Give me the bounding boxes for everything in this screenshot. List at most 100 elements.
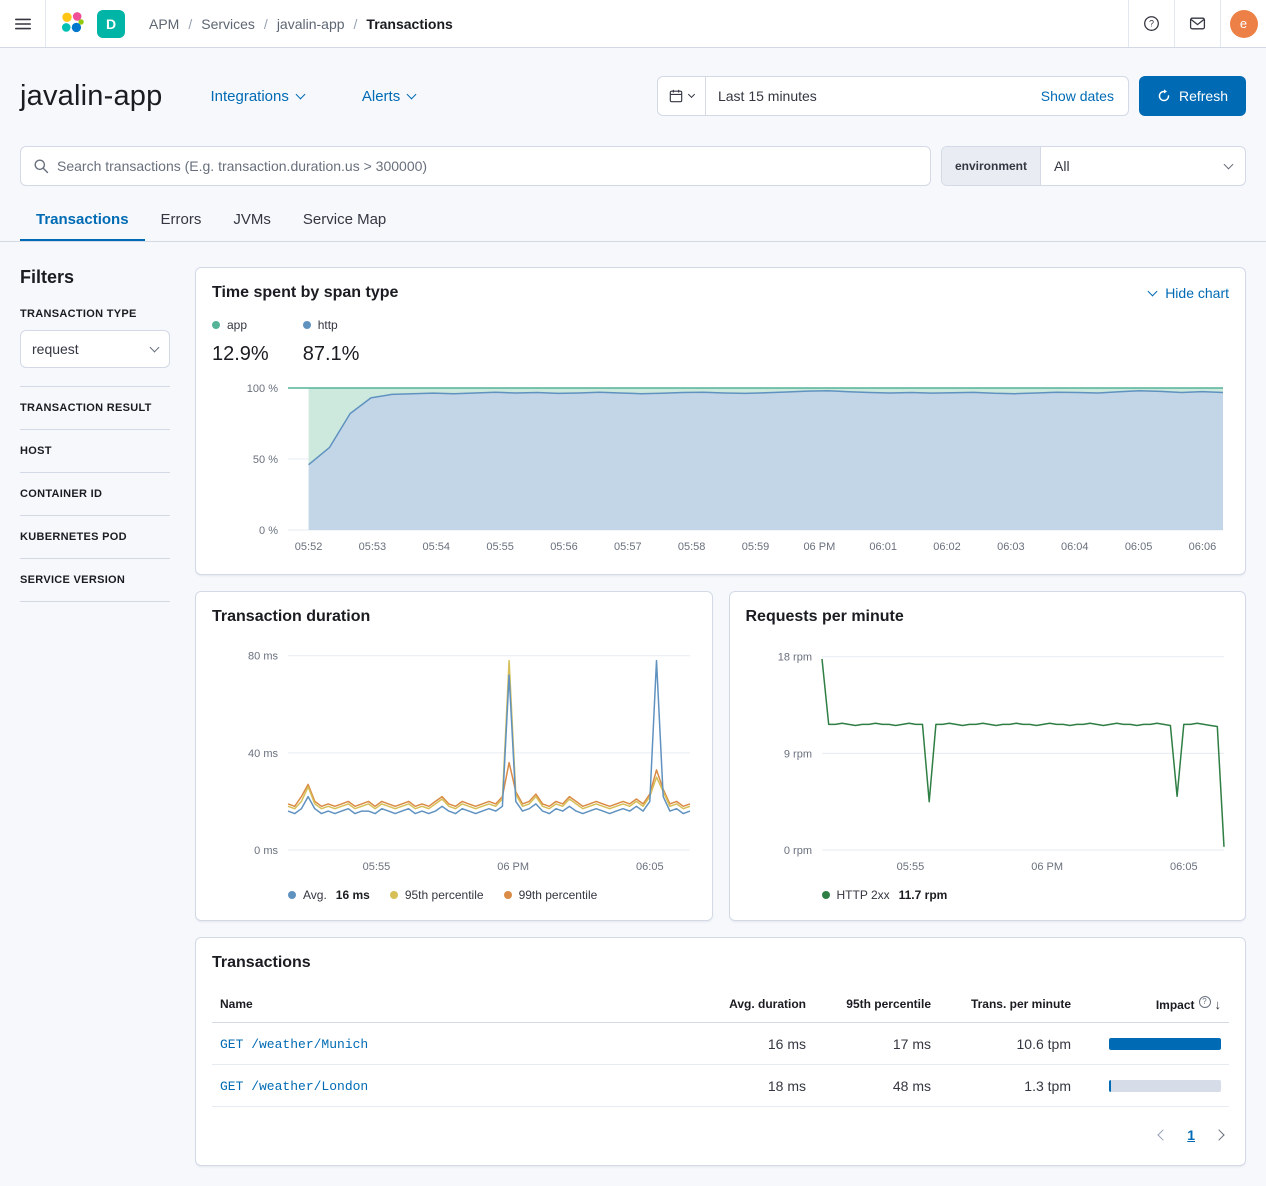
chevron-down-icon [1224,159,1234,169]
column-header-avg-duration[interactable]: Avg. duration [689,986,814,1023]
next-page-button[interactable] [1213,1129,1224,1140]
cell-95th: 48 ms [814,1065,939,1107]
alerts-menu[interactable]: Alerts [362,88,415,105]
column-header-tpm[interactable]: Trans. per minute [939,986,1079,1023]
filter-section-container-id[interactable]: CONTAINER ID [20,473,170,515]
calendar-icon [669,89,683,103]
impact-bar [1109,1080,1221,1092]
refresh-button[interactable]: Refresh [1139,76,1246,116]
impact-bar [1109,1038,1221,1050]
transaction-duration-panel: Transaction duration 0 ms40 ms80 ms05:55… [195,591,713,921]
p95-legend-dot [390,891,398,899]
filter-section-transaction-result[interactable]: TRANSACTION RESULT [20,387,170,429]
legend-item-http2xx[interactable]: HTTP 2xx 11.7 rpm [822,888,948,902]
transaction-link-london[interactable]: GET /weather/London [220,1079,368,1094]
transactions-table: Name Avg. duration 95th percentile Trans… [212,986,1229,1107]
transaction-duration-chart[interactable]: 0 ms40 ms80 ms05:5506 PM06:05 [212,638,696,878]
svg-text:06:05: 06:05 [636,861,664,873]
show-dates-button[interactable]: Show dates [1041,88,1128,104]
page-header: javalin-app Integrations Alerts Last 15 … [0,48,1266,116]
svg-text:06:06: 06:06 [1189,541,1217,553]
filter-section-host[interactable]: HOST [20,430,170,472]
svg-text:05:52: 05:52 [295,541,323,553]
svg-text:05:57: 05:57 [614,541,642,553]
tab-jvms[interactable]: JVMs [217,200,287,241]
column-header-impact[interactable]: Impact?↓ [1079,986,1229,1023]
cell-avg-duration: 18 ms [689,1065,814,1107]
environment-filter: environment All [941,146,1246,186]
svg-text:06 PM: 06 PM [1031,861,1063,873]
page-number[interactable]: 1 [1187,1127,1195,1143]
sort-descending-icon: ↓ [1215,997,1222,1012]
tab-service-map[interactable]: Service Map [287,200,402,241]
svg-text:05:54: 05:54 [422,541,450,553]
requests-per-minute-chart[interactable]: 0 rpm9 rpm18 rpm05:5506 PM06:05 [746,638,1230,878]
p99-legend-label: 99th percentile [519,888,598,902]
http-legend-label: http [318,318,338,332]
svg-text:05:58: 05:58 [678,541,706,553]
rpm-legend: HTTP 2xx 11.7 rpm [822,888,1230,902]
transactions-panel: Transactions Name Avg. duration 95th per… [195,937,1246,1166]
span-type-chart[interactable]: 0 %50 %100 %05:5205:5305:5405:5505:5605:… [212,380,1229,558]
environment-select[interactable]: All [1041,147,1245,185]
legend-item-p99[interactable]: 99th percentile [504,888,598,902]
http2xx-legend-dot [822,891,830,899]
column-header-95th[interactable]: 95th percentile [814,986,939,1023]
quick-select-button[interactable] [658,77,706,115]
svg-text:18 rpm: 18 rpm [777,652,811,664]
time-range-value[interactable]: Last 15 minutes [706,88,1041,104]
transaction-type-select[interactable]: request [20,330,170,368]
legend-item-http[interactable]: http [303,318,338,332]
column-header-name[interactable]: Name [212,986,689,1023]
table-row: GET /weather/London 18 ms 48 ms 1.3 tpm [212,1065,1229,1107]
deployment-badge[interactable]: D [97,10,125,38]
integrations-label: Integrations [210,88,288,105]
filter-section-kubernetes-pod[interactable]: KUBERNETES POD [20,516,170,558]
menu-icon [15,16,31,32]
question-in-circle-icon[interactable]: ? [1199,996,1211,1008]
legend-item-avg[interactable]: Avg. 16 ms [288,888,370,902]
svg-text:100 %: 100 % [247,383,278,395]
app-legend-dot [212,321,220,329]
breadcrumb-apm[interactable]: APM [149,16,201,32]
search-box [20,146,931,186]
svg-text:06:04: 06:04 [1061,541,1089,553]
svg-text:05:55: 05:55 [363,861,391,873]
tab-transactions[interactable]: Transactions [20,200,145,241]
breadcrumb-service[interactable]: javalin-app [277,16,367,32]
cell-tpm: 10.6 tpm [939,1023,1079,1065]
pagination: 1 [212,1123,1229,1149]
newsfeed-button[interactable] [1174,0,1220,47]
hide-chart-button[interactable]: Hide chart [1149,285,1229,301]
transaction-link-munich[interactable]: GET /weather/Munich [220,1037,368,1052]
legend-item-app[interactable]: app [212,318,247,332]
environment-label: environment [942,147,1041,185]
refresh-label: Refresh [1179,88,1228,104]
tab-errors[interactable]: Errors [145,200,218,241]
previous-page-button[interactable] [1158,1129,1169,1140]
tab-bar: Transactions Errors JVMs Service Map [0,200,1266,242]
integrations-menu[interactable]: Integrations [210,88,303,105]
menu-button[interactable] [0,0,46,47]
filters-sidebar: Filters TRANSACTION TYPE request TRANSAC… [20,267,170,602]
span-type-legend: app 12.9% http 87.1% [212,316,1229,366]
filter-section-service-version[interactable]: SERVICE VERSION [20,559,170,601]
http2xx-legend-label: HTTP 2xx [837,888,890,902]
elastic-logo-icon[interactable] [60,11,85,36]
svg-text:05:59: 05:59 [742,541,770,553]
top-bar: D APM Services javalin-app Transactions … [0,0,1266,48]
breadcrumb: APM Services javalin-app Transactions [139,0,1128,47]
transaction-type-value: request [32,341,79,357]
breadcrumb-services[interactable]: Services [201,16,277,32]
search-input[interactable] [57,158,918,174]
user-menu-button[interactable]: e [1220,0,1266,47]
filters-title: Filters [20,267,170,288]
mail-icon [1189,15,1206,32]
help-button[interactable]: ? [1128,0,1174,47]
chevron-down-icon [1148,286,1158,296]
help-icon: ? [1143,15,1160,32]
svg-text:06:03: 06:03 [997,541,1025,553]
svg-text:06 PM: 06 PM [497,861,529,873]
legend-item-p95[interactable]: 95th percentile [390,888,484,902]
app-percent: 12.9% [212,343,269,366]
